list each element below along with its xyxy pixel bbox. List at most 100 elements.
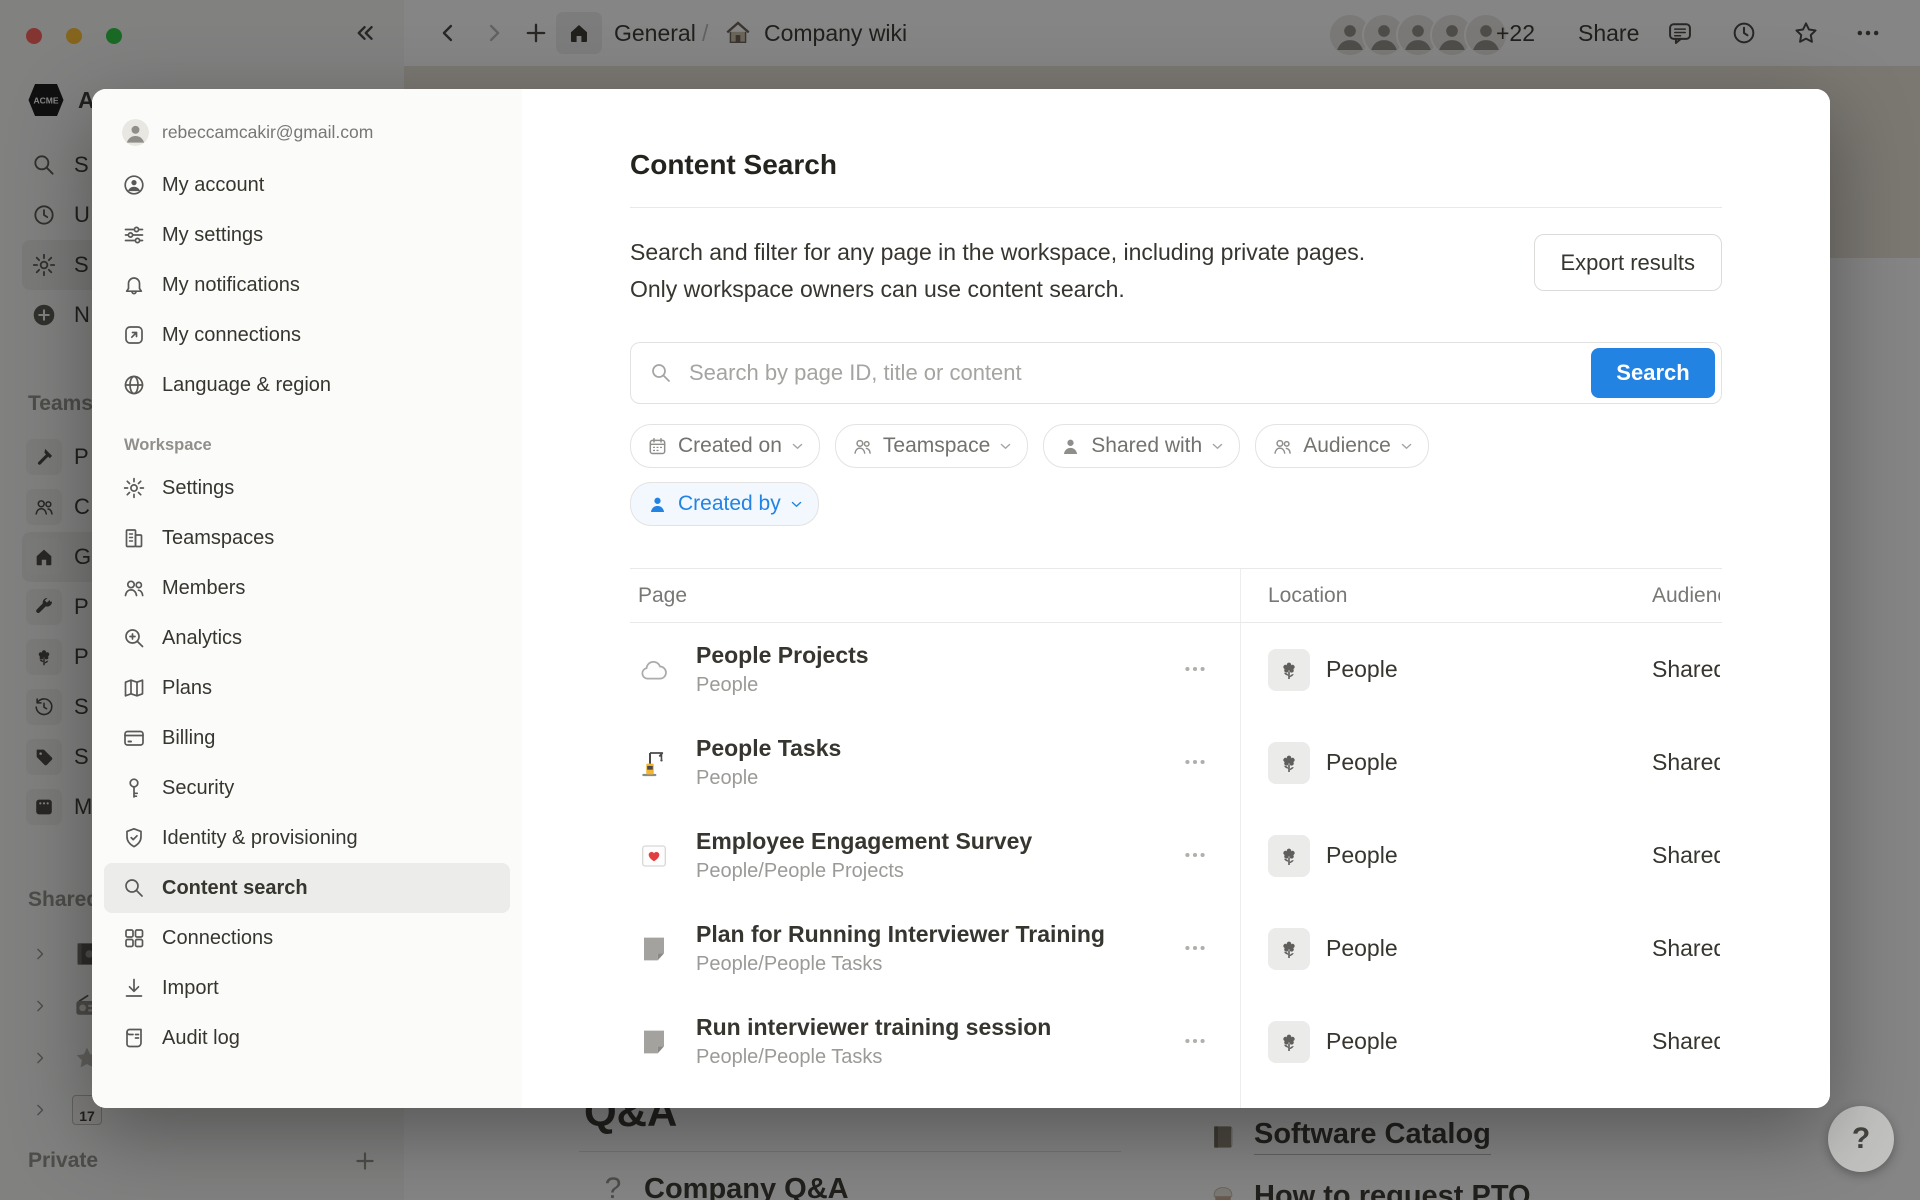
content-search-panel: Content Search Search and filter for any…: [522, 89, 1830, 1108]
page-description: Search and filter for any page in the wo…: [630, 234, 1365, 308]
table-body: People Projects People People Shared Peo…: [630, 623, 1722, 1088]
settings-menu-item[interactable]: Teamspaces: [104, 513, 510, 563]
location-cell: People: [1268, 623, 1398, 716]
crane-icon: [638, 747, 670, 779]
teamspace-flower-icon: [1277, 1030, 1301, 1054]
workspace-section-label: Workspace: [124, 436, 522, 455]
teamspace-flower-icon: [1277, 937, 1301, 961]
person-icon: [1060, 436, 1081, 457]
account-header: rebeccamcakir@gmail.com: [122, 119, 522, 146]
filter-chip[interactable]: Created on: [630, 424, 820, 468]
table-row[interactable]: Employee Engagement Survey People/People…: [630, 809, 1722, 902]
teamspace-flower-icon: [1277, 751, 1301, 775]
page-title-cell[interactable]: Plan for Running Interviewer Training: [696, 921, 1105, 948]
row-more-options-icon[interactable]: [1178, 656, 1212, 682]
chevron-down-icon: [790, 439, 805, 454]
page-title-cell[interactable]: Employee Engagement Survey: [696, 828, 1032, 855]
map-icon: [122, 676, 146, 700]
page-title-cell[interactable]: People Projects: [696, 642, 869, 669]
filter-chip-created-by[interactable]: Created by: [630, 482, 819, 526]
settings-menu-item[interactable]: Billing: [104, 713, 510, 763]
settings-menu-item[interactable]: My connections: [104, 310, 510, 360]
divider: [630, 207, 1722, 208]
location-cell: People: [1268, 902, 1398, 995]
help-button[interactable]: ?: [1828, 1106, 1894, 1172]
buildings-icon: [122, 526, 146, 550]
page-title-cell[interactable]: Run interviewer training session: [696, 1014, 1051, 1041]
location-cell: People: [1268, 995, 1398, 1088]
settings-menu-item[interactable]: Settings: [104, 463, 510, 513]
settings-menu-item[interactable]: Security: [104, 763, 510, 813]
scroll-icon: [122, 1026, 146, 1050]
filter-chip[interactable]: Audience: [1255, 424, 1429, 468]
export-results-button[interactable]: Export results: [1534, 234, 1723, 291]
location-cell: People: [1268, 809, 1398, 902]
page-cell: Plan for Running Interviewer Training Pe…: [638, 902, 1105, 995]
page-cell: Employee Engagement Survey People/People…: [638, 809, 1032, 902]
settings-menu-item[interactable]: Language & region: [104, 360, 510, 410]
teamspace-flower-icon: [1277, 844, 1301, 868]
table-row[interactable]: People Tasks People People Shared: [630, 716, 1722, 809]
page-path: People/People Tasks: [696, 1046, 1051, 1069]
person-icon: [647, 494, 668, 515]
analytics-icon: [122, 626, 146, 650]
pagegrey-icon: [638, 1026, 670, 1058]
workspace-menu-list: Settings Teamspaces Members Analytics Pl…: [92, 463, 522, 1063]
settings-menu-panel: rebeccamcakir@gmail.com My account My se…: [92, 89, 522, 1108]
settings-menu-item[interactable]: My settings: [104, 210, 510, 260]
table-row[interactable]: Run interviewer training session People/…: [630, 995, 1722, 1088]
people2-icon: [122, 576, 146, 600]
row-more-options-icon[interactable]: [1178, 935, 1212, 961]
page-path: People: [696, 674, 869, 697]
row-more-options-icon[interactable]: [1178, 842, 1212, 868]
page-path: People/People Tasks: [696, 953, 1105, 976]
linkout-icon: [122, 323, 146, 347]
settings-menu-item[interactable]: Import: [104, 963, 510, 1013]
bell-icon: [122, 273, 146, 297]
settings-menu-item[interactable]: Identity & provisioning: [104, 813, 510, 863]
gear-icon: [122, 476, 146, 500]
page-path: People: [696, 767, 841, 790]
settings-menu-item[interactable]: Content search: [104, 863, 510, 913]
calendar-icon: [647, 436, 668, 457]
people2-icon: [852, 436, 873, 457]
table-row[interactable]: People Projects People People Shared: [630, 623, 1722, 716]
settings-menu-item[interactable]: My account: [104, 160, 510, 210]
card-icon: [122, 726, 146, 750]
audience-cell: Shared: [1652, 809, 1720, 902]
filter-chip[interactable]: Shared with: [1043, 424, 1240, 468]
importArr-icon: [122, 976, 146, 1000]
column-header-audience: Audience: [1652, 569, 1720, 622]
app-window: General / Company wiki +22 Share ACME A …: [0, 0, 1920, 1200]
row-more-options-icon[interactable]: [1178, 749, 1212, 775]
settings-menu-item[interactable]: Members: [104, 563, 510, 613]
audience-cell: Shared: [1652, 716, 1720, 809]
settings-menu-item[interactable]: My notifications: [104, 260, 510, 310]
settings-menu-item[interactable]: Audit log: [104, 1013, 510, 1063]
chevron-down-icon: [998, 439, 1013, 454]
page-path: People/People Projects: [696, 860, 1032, 883]
search-icon: [649, 361, 673, 385]
settings-menu-item[interactable]: Connections: [104, 913, 510, 963]
sliders-icon: [122, 223, 146, 247]
shield-icon: [122, 826, 146, 850]
search-button[interactable]: Search: [1591, 348, 1715, 398]
chevron-down-icon: [1210, 439, 1225, 454]
grid-icon: [122, 926, 146, 950]
user-avatar: [122, 119, 149, 146]
page-title: Content Search: [630, 149, 1722, 181]
audience-cell: Shared: [1652, 902, 1720, 995]
settings-dialog: rebeccamcakir@gmail.com My account My se…: [92, 89, 1830, 1108]
column-header-page: Page: [638, 569, 687, 622]
search-input[interactable]: [687, 359, 1591, 387]
settings-menu-item[interactable]: Plans: [104, 663, 510, 713]
location-cell: People: [1268, 716, 1398, 809]
row-more-options-icon[interactable]: [1178, 1028, 1212, 1054]
audience-cell: Shared: [1652, 623, 1720, 716]
settings-menu-item[interactable]: Analytics: [104, 613, 510, 663]
table-row[interactable]: Plan for Running Interviewer Training Pe…: [630, 902, 1722, 995]
loveletter-icon: [638, 840, 670, 872]
page-title-cell[interactable]: People Tasks: [696, 735, 841, 762]
filter-chip[interactable]: Teamspace: [835, 424, 1028, 468]
search-icon: [122, 876, 146, 900]
